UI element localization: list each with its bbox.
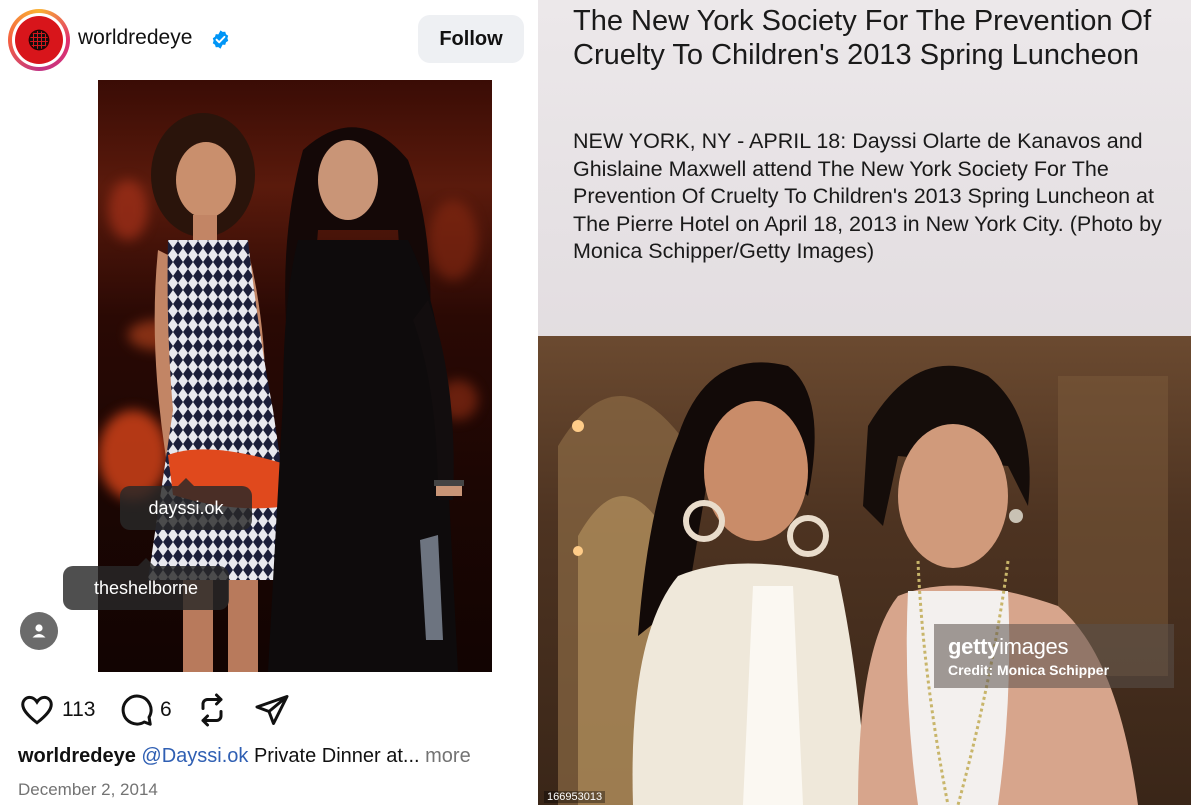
watermark-credit: Credit: Monica Schipper: [948, 662, 1110, 678]
caption-text: Private Dinner at...: [248, 745, 420, 767]
repost-icon: [201, 693, 223, 727]
post-header: worldredeye Follow: [0, 0, 538, 80]
article-caption: NEW YORK, NY - APRIL 18: Dayssi Olarte d…: [573, 129, 1162, 263]
user-tag-shelborne[interactable]: theshelborne: [63, 558, 229, 610]
watermark-brand: gettyimages: [948, 634, 1069, 659]
instagram-post-panel: worldredeye Follow dayssi.ok theshelborn…: [0, 0, 538, 805]
like-button[interactable]: 113: [18, 690, 95, 730]
share-button[interactable]: [254, 690, 290, 730]
verified-badge-icon: [212, 30, 229, 49]
follow-button[interactable]: Follow: [418, 15, 524, 63]
user-tag-dayssi[interactable]: dayssi.ok: [120, 478, 252, 530]
image-id-label: 166953013: [544, 791, 606, 803]
article-photo[interactable]: gettyimages Credit: Monica Schipper 1669…: [538, 336, 1191, 805]
caption-username[interactable]: worldredeye: [18, 745, 136, 767]
post-actions-bar: 113 6: [18, 690, 338, 730]
repost-button[interactable]: [194, 690, 230, 730]
avatar[interactable]: [8, 9, 70, 71]
comment-button[interactable]: 6: [118, 690, 172, 730]
caption-more-link[interactable]: more: [420, 745, 471, 767]
post-caption: worldredeye @Dayssi.ok Private Dinner at…: [18, 745, 528, 768]
getty-watermark: gettyimages Credit: Monica Schipper: [934, 624, 1174, 688]
article-panel: The New York Society For The Prevention …: [538, 0, 1191, 805]
likes-count: 113: [62, 698, 96, 721]
post-username[interactable]: worldredeye: [78, 26, 192, 50]
article-photo-scene: [558, 362, 1168, 805]
article-title: The New York Society For The Prevention …: [573, 5, 1152, 71]
comments-count: 6: [160, 698, 172, 721]
caption-mention[interactable]: @Dayssi.ok: [141, 745, 248, 767]
person-tag-icon[interactable]: [20, 612, 58, 650]
post-date: December 2, 2014: [18, 780, 158, 799]
heart-icon: [21, 695, 53, 725]
share-icon: [255, 695, 289, 725]
comment-icon: [121, 694, 153, 726]
